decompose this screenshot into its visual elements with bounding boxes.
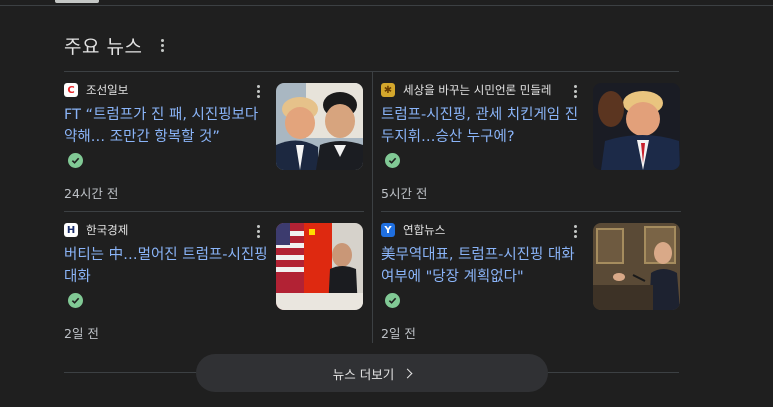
article-more-options-icon[interactable] xyxy=(565,81,585,101)
more-news-label: 뉴스 더보기 xyxy=(332,366,395,382)
verified-check-icon xyxy=(68,153,83,168)
source-row: H 한국경제 xyxy=(64,222,264,238)
article-thumbnail[interactable] xyxy=(276,223,363,310)
article-time: 2일 전 xyxy=(64,326,99,341)
source-logo-icon: H xyxy=(64,223,78,237)
news-card[interactable]: H 한국경제 버티는 中…멀어진 트럼프-시진핑 대화 2일 전 xyxy=(64,211,364,343)
source-name: 한국경제 xyxy=(86,223,129,237)
section-more-options-icon[interactable] xyxy=(152,35,172,55)
verified-check-icon xyxy=(385,153,400,168)
article-headline[interactable]: FT “트럼프가 진 패, 시진핑보다 약해… 조만간 항복할 것” xyxy=(64,104,269,148)
article-thumbnail[interactable] xyxy=(593,83,680,170)
more-news-button[interactable]: 뉴스 더보기 xyxy=(196,354,548,392)
active-tab-indicator xyxy=(55,0,99,3)
verified-check-icon xyxy=(68,293,83,308)
source-row: C 조선일보 xyxy=(64,82,264,98)
article-headline[interactable]: 트럼프-시진핑, 관세 치킨게임 진두지휘…승산 누구에? xyxy=(381,104,586,148)
article-time: 5시간 전 xyxy=(381,186,428,201)
source-row: Y 연합뉴스 xyxy=(381,222,581,238)
source-name: 세상을 바꾸는 시민언론 민들레 xyxy=(403,83,552,97)
news-card[interactable]: C 조선일보 FT “트럼프가 진 패, 시진핑보다 약해… 조만간 항복할 것… xyxy=(64,71,364,203)
section-title: 주요 뉴스 xyxy=(64,35,143,58)
source-name: 조선일보 xyxy=(86,83,129,97)
top-divider xyxy=(0,5,773,6)
news-card[interactable]: ✱ 세상을 바꾸는 시민언론 민들레 트럼프-시진핑, 관세 치킨게임 진두지휘… xyxy=(381,71,681,203)
article-thumbnail[interactable] xyxy=(276,83,363,170)
source-logo-icon: C xyxy=(64,83,78,97)
article-more-options-icon[interactable] xyxy=(248,221,268,241)
article-more-options-icon[interactable] xyxy=(248,81,268,101)
article-headline[interactable]: 버티는 中…멀어진 트럼프-시진핑 대화 xyxy=(64,244,269,288)
article-thumbnail[interactable] xyxy=(593,223,680,310)
chevron-right-icon xyxy=(402,368,413,378)
source-row: ✱ 세상을 바꾸는 시민언론 민들레 xyxy=(381,82,581,98)
section-header: 주요 뉴스 xyxy=(64,30,172,60)
source-logo-icon: ✱ xyxy=(381,83,395,97)
article-more-options-icon[interactable] xyxy=(565,221,585,241)
source-logo-icon: Y xyxy=(381,223,395,237)
news-card[interactable]: Y 연합뉴스 美무역대표, 트럼프-시진핑 대화 여부에 "당장 계획없다" 2… xyxy=(381,211,681,343)
article-headline[interactable]: 美무역대표, 트럼프-시진핑 대화 여부에 "당장 계획없다" xyxy=(381,244,586,288)
article-time: 2일 전 xyxy=(381,326,416,341)
article-time: 24시간 전 xyxy=(64,186,119,201)
source-name: 연합뉴스 xyxy=(403,223,446,237)
column-divider xyxy=(372,71,373,343)
verified-check-icon xyxy=(385,293,400,308)
